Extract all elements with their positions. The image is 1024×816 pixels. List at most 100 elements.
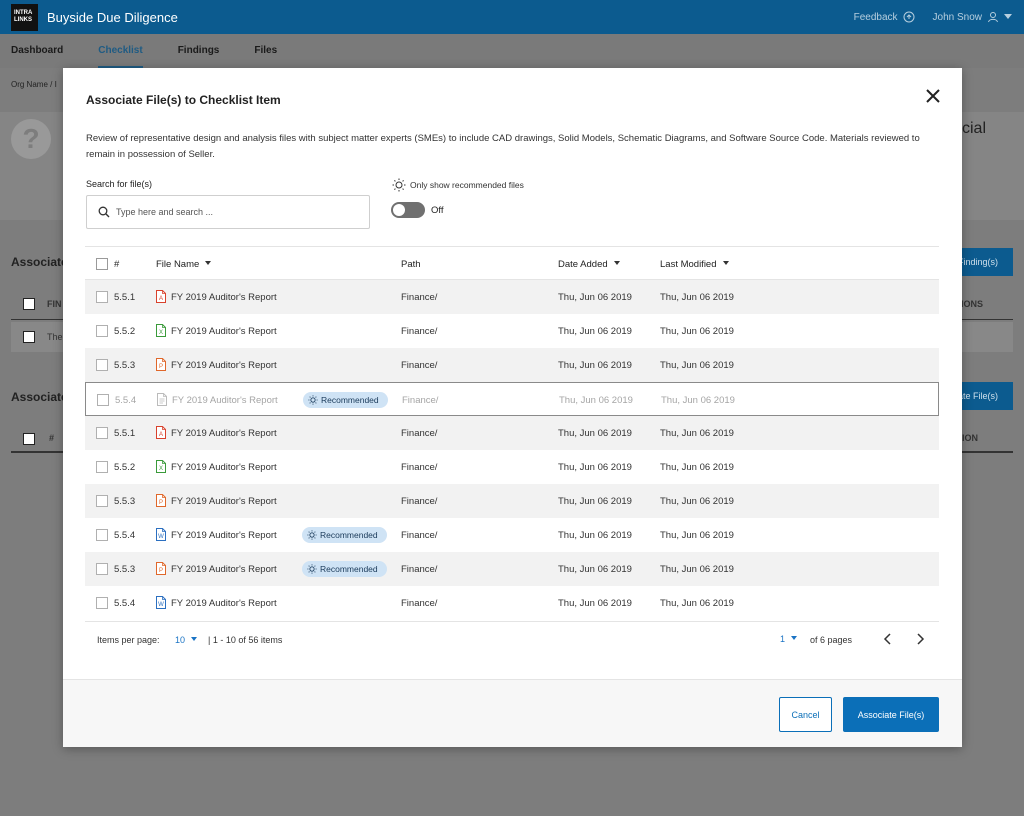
generic-file-icon (157, 393, 167, 406)
search-input[interactable] (116, 207, 346, 217)
date-added: Thu, Jun 06 2019 (558, 326, 632, 337)
excel-file-icon: X (156, 460, 166, 473)
row-checkbox[interactable] (96, 427, 108, 439)
row-checkbox[interactable] (96, 563, 108, 575)
table-row[interactable]: 5.5.1 A FY 2019 Auditor's Report Finance/Th… (85, 280, 939, 314)
select-all-checkbox[interactable] (96, 258, 108, 270)
table-row[interactable]: 5.5.4 FY 2019 Auditor's Report Recommended… (85, 382, 939, 416)
svg-text:P: P (159, 364, 163, 370)
column-number: # (114, 259, 120, 270)
row-checkbox[interactable] (96, 461, 108, 473)
tab-checklist[interactable]: Checklist (98, 34, 144, 68)
sort-caret-icon[interactable] (613, 261, 620, 265)
pdf-file-icon: A (156, 290, 166, 303)
checklist-item-description: Review of representative design and anal… (86, 133, 920, 160)
close-icon[interactable] (925, 88, 941, 104)
search-label: Search for file(s) (86, 179, 153, 189)
recommended-badge: Recommended (303, 392, 388, 408)
select-all-checkbox[interactable] (23, 298, 35, 310)
toggle-state-label: Off (431, 205, 444, 216)
table-row[interactable]: 5.5.3 P FY 2019 Auditor's Report Finance/Th… (85, 484, 939, 518)
row-checkbox[interactable] (23, 331, 35, 343)
row-checkbox[interactable] (96, 529, 108, 541)
file-path: Finance/ (401, 428, 438, 439)
word-file-icon: W (156, 596, 166, 609)
associate-files-modal: Associate File(s) to Checklist Item Revi… (63, 68, 962, 747)
tab-files[interactable]: Files (254, 34, 277, 68)
column-date-added[interactable]: Date Added (558, 259, 620, 270)
file-name[interactable]: FY 2019 Auditor's Report (171, 564, 277, 575)
row-checkbox[interactable] (96, 495, 108, 507)
table-row[interactable]: 5.5.2 X FY 2019 Auditor's Report Finance/Th… (85, 450, 939, 484)
feedback-link[interactable]: Feedback (854, 11, 915, 23)
file-name[interactable]: FY 2019 Auditor's Report (171, 292, 277, 303)
table-row[interactable]: 5.5.3 P FY 2019 Auditor's Report Finance/Th… (85, 348, 939, 382)
tab-dashboard[interactable]: Dashboard (11, 34, 63, 68)
tab-findings[interactable]: Findings (178, 34, 220, 68)
file-path: Finance/ (401, 598, 438, 609)
table-row[interactable]: 5.5.3 P FY 2019 Auditor's Report Recommende… (85, 552, 939, 586)
file-name[interactable]: FY 2019 Auditor's Report (171, 496, 277, 507)
excel-file-icon: X (156, 324, 166, 337)
page-select[interactable]: 1 (780, 634, 798, 644)
row-number: 5.5.1 (114, 292, 136, 303)
last-modified: Thu, Jun 06 2019 (660, 496, 734, 507)
row-checkbox[interactable] (97, 394, 109, 406)
page-count: of 6 pages (810, 635, 853, 645)
last-modified: Thu, Jun 06 2019 (660, 462, 734, 473)
table-row[interactable]: 5.5.4 W FY 2019 Auditor's Report Finance/Th… (85, 586, 939, 620)
next-page-icon[interactable] (915, 632, 925, 646)
svg-text:A: A (159, 432, 163, 438)
table-row[interactable]: 5.5.2 X FY 2019 Auditor's Report Finance/Th… (85, 314, 939, 348)
cancel-button[interactable]: Cancel (779, 697, 832, 732)
last-modified: Thu, Jun 06 2019 (661, 395, 735, 406)
column-last-modified[interactable]: Last Modified (660, 259, 729, 270)
items-range: | 1 - 10 of 56 items (208, 635, 283, 645)
file-name[interactable]: FY 2019 Auditor's Report (171, 462, 277, 473)
table-body: 5.5.1 A FY 2019 Auditor's Report Finance/Th… (85, 280, 939, 620)
chevron-down-icon (191, 637, 198, 641)
previous-page-icon[interactable] (883, 632, 893, 646)
svg-text:X: X (159, 466, 163, 472)
items-per-page-select[interactable]: 10 (175, 635, 198, 645)
recommended-toggle[interactable] (391, 202, 425, 218)
date-added: Thu, Jun 06 2019 (558, 598, 632, 609)
row-checkbox[interactable] (96, 597, 108, 609)
chevron-down-icon (1004, 14, 1012, 19)
table-row[interactable]: 5.5.4 W FY 2019 Auditor's Report Recommende… (85, 518, 939, 552)
column-path: Path (401, 259, 421, 270)
chevron-down-icon (791, 636, 798, 640)
file-path: Finance/ (401, 292, 438, 303)
file-name[interactable]: FY 2019 Auditor's Report (171, 598, 277, 609)
row-checkbox[interactable] (96, 291, 108, 303)
row-checkbox[interactable] (96, 325, 108, 337)
row-number: 5.5.1 (114, 428, 136, 439)
last-modified: Thu, Jun 06 2019 (660, 326, 734, 337)
associate-files-button[interactable]: Associate File(s) (843, 697, 939, 732)
user-icon (988, 12, 998, 23)
file-name[interactable]: FY 2019 Auditor's Report (171, 530, 277, 541)
user-menu[interactable]: John Snow (933, 11, 1012, 23)
file-name[interactable]: FY 2019 Auditor's Report (172, 395, 278, 406)
column-file-name[interactable]: File Name (156, 259, 212, 270)
lightbulb-icon (307, 564, 317, 574)
file-name[interactable]: FY 2019 Auditor's Report (171, 326, 277, 337)
file-name[interactable]: FY 2019 Auditor's Report (171, 428, 277, 439)
ppt-file-icon: P (156, 494, 166, 507)
last-modified: Thu, Jun 06 2019 (660, 530, 734, 541)
intralinks-logo[interactable]: INTRA LINKS (11, 3, 38, 31)
sort-caret-icon[interactable] (722, 261, 729, 265)
file-name[interactable]: FY 2019 Auditor's Report (171, 360, 277, 371)
table-row[interactable]: 5.5.1 A FY 2019 Auditor's Report Finance/Th… (85, 416, 939, 450)
associated-files-heading: Associate (11, 390, 68, 404)
file-path: Finance/ (401, 462, 438, 473)
row-number: 5.5.3 (114, 360, 136, 371)
file-path: Finance/ (401, 326, 438, 337)
lightbulb-icon (308, 395, 318, 405)
select-all-checkbox[interactable] (23, 433, 35, 445)
sort-caret-icon[interactable] (205, 261, 212, 265)
ppt-file-icon: P (156, 562, 166, 575)
files-table: # File Name Path Date Added Last Modifie… (85, 246, 939, 620)
row-checkbox[interactable] (96, 359, 108, 371)
lightbulb-icon (307, 530, 317, 540)
